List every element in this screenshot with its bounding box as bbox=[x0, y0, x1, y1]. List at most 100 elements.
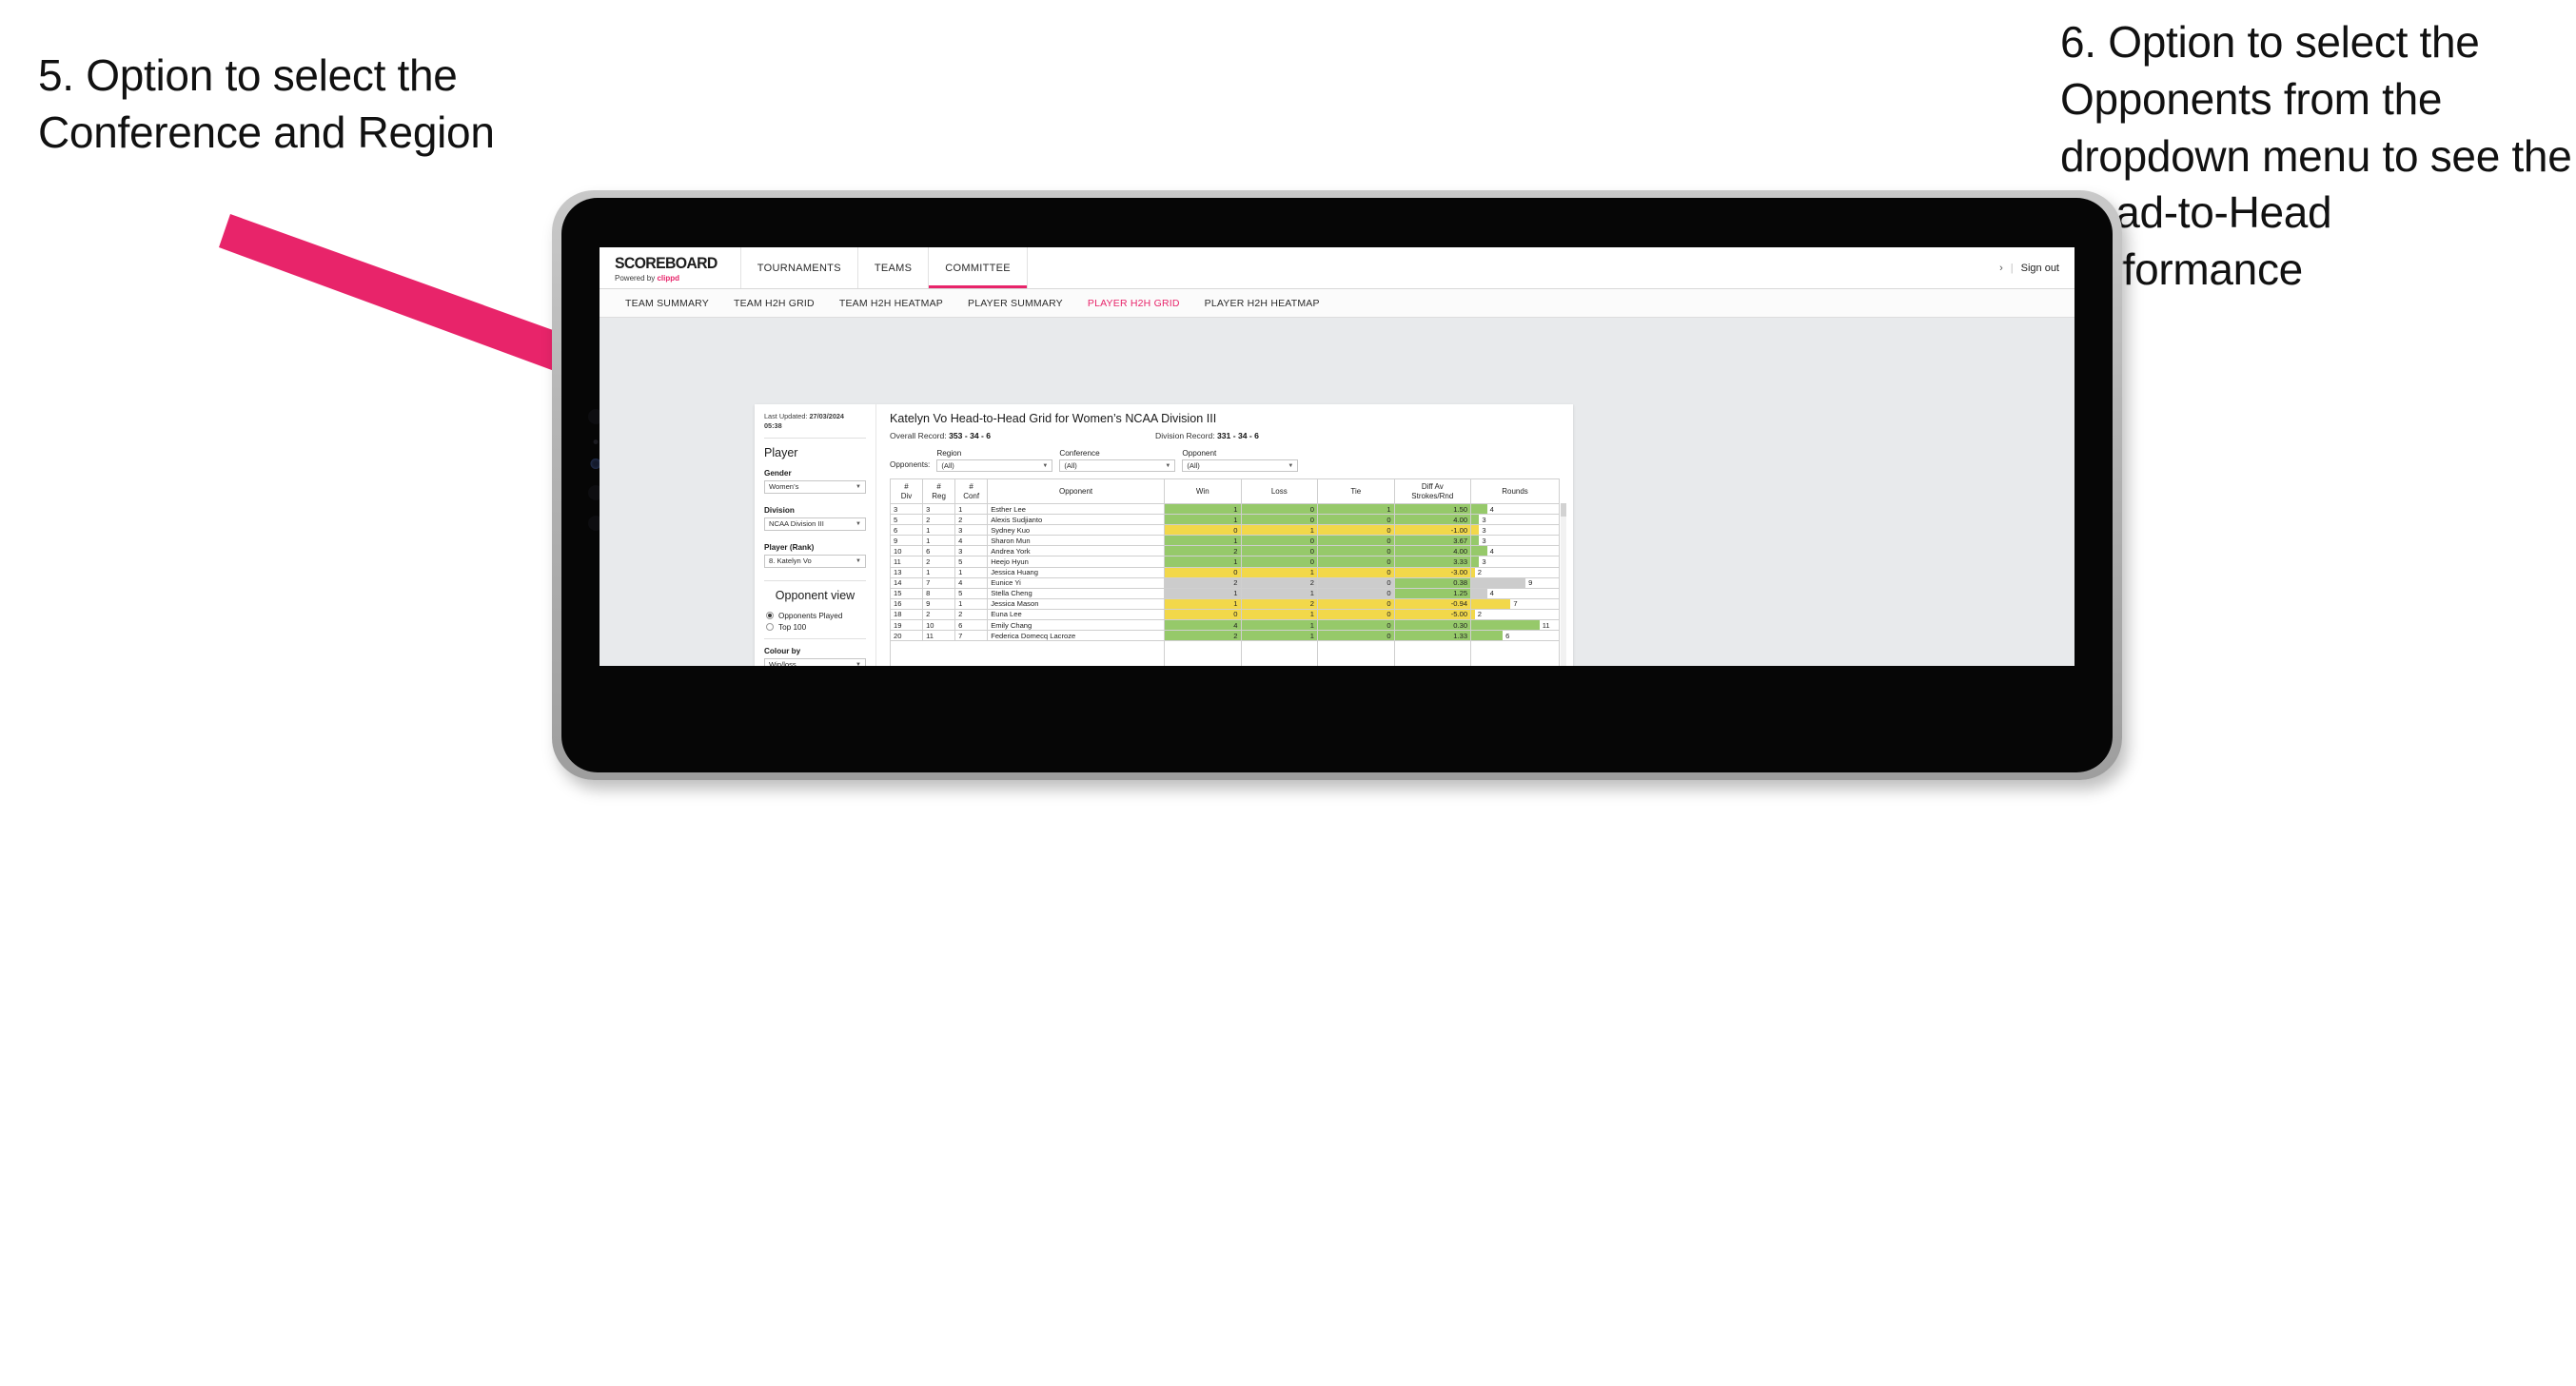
cell-reg: 11 bbox=[922, 630, 956, 642]
table-row[interactable]: 5 2 2 Alexis Sudjianto 1 0 0 4.00 3 bbox=[889, 514, 1560, 526]
table-row[interactable]: 6 1 3 Sydney Kuo 0 1 0 -1.00 3 bbox=[889, 524, 1560, 537]
cell-diff: 4.00 bbox=[1393, 514, 1472, 526]
nav-item-tournaments[interactable]: TOURNAMENTS bbox=[739, 247, 857, 288]
table-row[interactable]: 11 2 5 Heejo Hyun 1 0 0 3.33 3 bbox=[889, 556, 1560, 568]
cell-reg: 1 bbox=[922, 524, 956, 537]
cell-tie: 0 bbox=[1317, 608, 1395, 621]
nav-item-committee[interactable]: COMMITTEE bbox=[928, 247, 1028, 288]
tab-team-summary[interactable]: TEAM SUMMARY bbox=[613, 298, 721, 309]
table-row[interactable]: 20 11 7 Federica Domecq Lacroze 2 1 0 1.33 6 bbox=[889, 630, 1560, 642]
col-win: Win bbox=[1164, 478, 1242, 504]
rounds-value: 11 bbox=[1542, 620, 1550, 630]
table-row[interactable]: 18 2 2 Euna Lee 0 1 0 -5.00 2 bbox=[889, 608, 1560, 621]
cell-reg: 3 bbox=[922, 502, 956, 516]
cell-loss: 1 bbox=[1240, 619, 1319, 632]
opponent-filters: Opponents: Region (All) ▼ Conference (Al… bbox=[890, 449, 1560, 472]
blank-cell bbox=[1470, 640, 1560, 666]
conference-filter: Conference (All) ▼ bbox=[1059, 449, 1176, 472]
grid-scrollbar[interactable] bbox=[1561, 503, 1566, 666]
colour-by-select[interactable]: Win/loss ▼ bbox=[764, 657, 866, 666]
tab-player-h2h-heatmap[interactable]: PLAYER H2H HEATMAP bbox=[1192, 298, 1332, 309]
gender-select[interactable]: Women’s ▼ bbox=[764, 479, 866, 494]
cell-opponent: Esther Lee bbox=[987, 502, 1165, 516]
chevron-down-icon: ▼ bbox=[1042, 462, 1049, 469]
panel-divider bbox=[764, 437, 866, 439]
cell-conf: 2 bbox=[954, 514, 989, 526]
table-row[interactable]: 16 9 1 Jessica Mason 1 2 0 -0.94 7 bbox=[889, 597, 1560, 610]
radio-opponents-played[interactable]: Opponents Played bbox=[766, 612, 866, 620]
clippd-brand: clippd bbox=[657, 273, 680, 283]
table-row[interactable]: 13 1 1 Jessica Huang 0 1 0 -3.00 2 bbox=[889, 566, 1560, 578]
rounds-bar bbox=[1471, 620, 1540, 631]
region-select[interactable]: (All) ▼ bbox=[936, 459, 1053, 472]
nav-item-teams[interactable]: TEAMS bbox=[856, 247, 928, 288]
page-title: Katelyn Vo Head-to-Head Grid for Women’s… bbox=[890, 412, 1217, 425]
opponent-select[interactable]: (All) ▼ bbox=[1182, 459, 1299, 472]
cell-opponent: Jessica Huang bbox=[987, 566, 1165, 578]
player-rank-label: Player (Rank) bbox=[764, 542, 815, 552]
rounds-value: 4 bbox=[1489, 589, 1494, 598]
microphone-icon bbox=[593, 439, 599, 444]
rounds-value: 2 bbox=[1477, 568, 1482, 577]
cell-reg: 7 bbox=[922, 576, 956, 589]
rounds-value: 6 bbox=[1505, 631, 1510, 640]
cell-conf: 6 bbox=[954, 619, 989, 632]
table-row[interactable]: 3 3 1 Esther Lee 1 0 1 1.50 4 bbox=[889, 502, 1560, 516]
cell-opponent: Sydney Kuo bbox=[987, 524, 1165, 537]
cell-div: 16 bbox=[889, 597, 924, 610]
cell-conf: 1 bbox=[954, 502, 989, 516]
table-row[interactable]: 14 7 4 Eunice Yi 2 2 0 0.38 9 bbox=[889, 576, 1560, 589]
cell-diff: 4.00 bbox=[1393, 545, 1472, 557]
division-record: Division Record: 331 - 34 - 6 bbox=[1155, 431, 1259, 440]
last-updated-time: 05:38 bbox=[764, 420, 782, 430]
tab-player-h2h-grid[interactable]: PLAYER H2H GRID bbox=[1075, 298, 1192, 309]
opponent-label: Opponent bbox=[1182, 449, 1217, 458]
cell-diff: -5.00 bbox=[1393, 608, 1472, 621]
cell-tie: 0 bbox=[1317, 587, 1395, 599]
cell-tie: 0 bbox=[1317, 630, 1395, 642]
cell-loss: 1 bbox=[1240, 566, 1319, 578]
conference-select[interactable]: (All) ▼ bbox=[1059, 459, 1176, 472]
table-row[interactable]: 10 6 3 Andrea York 2 0 0 4.00 4 bbox=[889, 545, 1560, 557]
brand-logo[interactable]: SCOREBOARD Powered by clippd bbox=[600, 247, 740, 288]
player-rank-select[interactable]: 8. Katelyn Vo ▼ bbox=[764, 554, 866, 568]
chevron-right-icon[interactable]: › bbox=[1999, 263, 2003, 274]
tab-team-h2h-heatmap[interactable]: TEAM H2H HEATMAP bbox=[827, 298, 955, 309]
cell-diff: -3.00 bbox=[1393, 566, 1472, 578]
cell-rounds: 3 bbox=[1470, 524, 1560, 537]
col-tie: Tie bbox=[1317, 478, 1395, 504]
tab-team-h2h-grid[interactable]: TEAM H2H GRID bbox=[721, 298, 827, 309]
table-row[interactable]: 15 8 5 Stella Cheng 1 1 0 1.25 4 bbox=[889, 587, 1560, 599]
table-row[interactable]: 19 10 6 Emily Chang 4 1 0 0.30 11 bbox=[889, 619, 1560, 632]
col-reg-line1: # bbox=[936, 482, 941, 492]
grid-body: 3 3 1 Esther Lee 1 0 1 1.50 4 5 2 2 Alexis Sudjianto… bbox=[889, 502, 1560, 666]
rounds-bar bbox=[1471, 515, 1480, 525]
blank-cell bbox=[890, 640, 1165, 666]
cell-opponent: Eunice Yi bbox=[987, 576, 1165, 589]
division-select[interactable]: NCAA Division III ▼ bbox=[764, 517, 866, 531]
tab-player-summary[interactable]: PLAYER SUMMARY bbox=[955, 298, 1075, 309]
annotation-step-6: 6. Option to select the Opponents from t… bbox=[2060, 17, 2572, 295]
grid-scrollbar-thumb[interactable] bbox=[1561, 503, 1566, 517]
col-conf-line1: # bbox=[969, 482, 973, 492]
cell-conf: 2 bbox=[954, 608, 989, 621]
cell-rounds: 2 bbox=[1470, 608, 1560, 621]
cell-reg: 10 bbox=[922, 619, 956, 632]
header-divider: | bbox=[2010, 262, 2014, 274]
gender-label: Gender bbox=[764, 468, 792, 478]
player-rank-value: 8. Katelyn Vo bbox=[769, 556, 812, 566]
radio-top-100[interactable]: Top 100 bbox=[766, 623, 866, 632]
cell-reg: 2 bbox=[922, 556, 956, 568]
cell-win: 1 bbox=[1164, 597, 1242, 610]
col-div-line2: Div bbox=[900, 491, 913, 500]
cell-win: 1 bbox=[1164, 502, 1242, 516]
h2h-grid-table: # Div # Reg # Conf Opponent Win Loss Tie Di… bbox=[889, 478, 1560, 666]
cell-tie: 0 bbox=[1317, 514, 1395, 526]
col-diff-line1: Diff Av bbox=[1421, 482, 1444, 492]
cell-win: 1 bbox=[1164, 556, 1242, 568]
cell-div: 15 bbox=[889, 587, 924, 599]
sign-out-link[interactable]: Sign out bbox=[2021, 263, 2059, 274]
table-row[interactable]: 9 1 4 Sharon Mun 1 0 0 3.67 3 bbox=[889, 535, 1560, 547]
cell-win: 1 bbox=[1164, 535, 1242, 547]
cell-win: 0 bbox=[1164, 524, 1242, 537]
